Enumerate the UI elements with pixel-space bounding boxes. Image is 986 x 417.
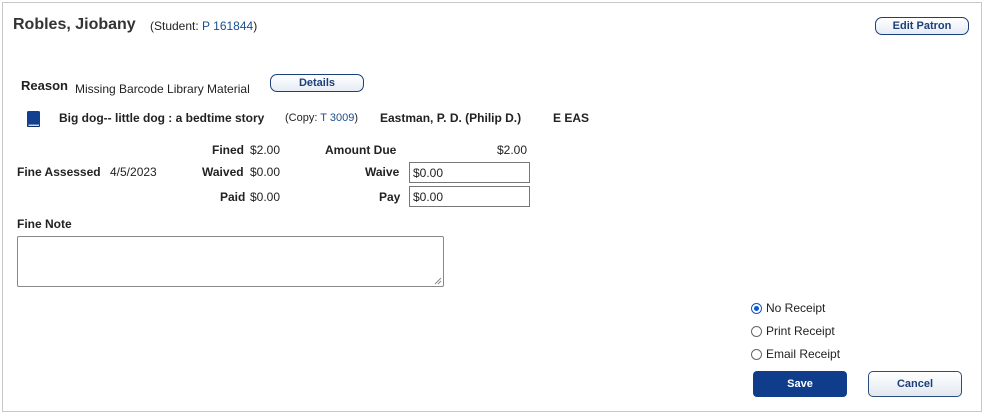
student-prefix: (Student:: [150, 19, 203, 33]
fine-assessed-date: 4/5/2023: [110, 165, 157, 179]
student-info: (Student: P 161844): [150, 19, 257, 33]
student-suffix: ): [253, 19, 258, 33]
waive-label: Waive: [365, 165, 400, 179]
book-icon: [27, 111, 40, 127]
copy-info: (Copy: T 3009): [285, 112, 358, 124]
paid-label: Paid: [220, 190, 246, 204]
waive-input[interactable]: [409, 162, 530, 183]
receipt-option-print[interactable]: Print Receipt: [751, 323, 835, 339]
reason-value: Missing Barcode Library Material: [75, 82, 250, 96]
amount-due-value: $2.00: [497, 143, 528, 157]
waived-value: $0.00: [250, 165, 281, 179]
cancel-button[interactable]: Cancel: [868, 371, 962, 397]
item-title: Big dog-- little dog : a bedtime story: [59, 111, 265, 125]
edit-patron-button[interactable]: Edit Patron: [875, 17, 969, 35]
receipt-option-no[interactable]: No Receipt: [751, 300, 825, 316]
radio-label-no-receipt: No Receipt: [766, 301, 826, 315]
item-author: Eastman, P. D. (Philip D.): [380, 111, 522, 125]
radio-label-email-receipt: Email Receipt: [766, 347, 841, 361]
fine-assessed-label: Fine Assessed: [17, 165, 101, 179]
fined-value: $2.00: [250, 143, 281, 157]
amount-due-label: Amount Due: [325, 143, 397, 157]
pay-label: Pay: [379, 190, 401, 204]
radio-email-receipt[interactable]: [751, 348, 762, 360]
copy-id-link[interactable]: T 3009: [320, 112, 354, 124]
radio-label-print-receipt: Print Receipt: [766, 324, 835, 338]
radio-print-receipt[interactable]: [751, 325, 762, 337]
radio-no-receipt[interactable]: [751, 302, 762, 314]
reason-label: Reason: [21, 78, 68, 93]
details-button[interactable]: Details: [270, 74, 364, 92]
fine-note-textarea[interactable]: [17, 236, 444, 287]
receipt-option-email[interactable]: Email Receipt: [751, 346, 840, 362]
waived-label: Waived: [202, 165, 244, 179]
student-id-link[interactable]: P 161844: [202, 19, 253, 33]
call-number: E EAS: [553, 111, 590, 125]
pay-input[interactable]: [409, 186, 530, 207]
fine-note-label: Fine Note: [17, 217, 72, 231]
resize-handle-icon[interactable]: [434, 277, 442, 285]
paid-value: $0.00: [250, 190, 281, 204]
copy-prefix: (Copy:: [285, 112, 321, 124]
patron-name: Robles, Jiobany: [13, 16, 136, 33]
save-button[interactable]: Save: [753, 371, 847, 397]
copy-suffix: ): [354, 112, 358, 124]
fined-label: Fined: [212, 143, 244, 157]
